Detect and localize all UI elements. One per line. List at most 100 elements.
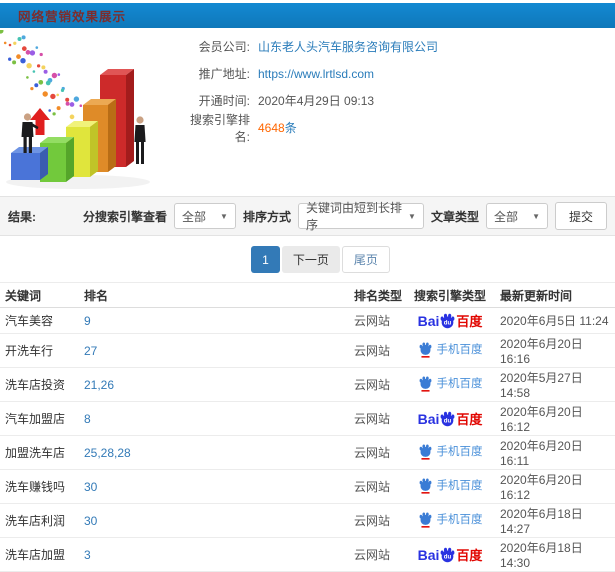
header-keyword: 关键词 bbox=[0, 282, 83, 308]
engine-cell: Bai du 百度 bbox=[403, 401, 497, 436]
rank-cell[interactable]: 25,28,28 bbox=[83, 435, 353, 470]
page-1-button[interactable]: 1 bbox=[251, 246, 280, 273]
engine-select-value: 全部 bbox=[181, 209, 206, 224]
search-engine-logo: Bai du 百度 bbox=[418, 511, 483, 528]
company-info-fields: 会员公司: 山东老人头汽车服务咨询有限公司 推广地址: https://www.… bbox=[178, 28, 615, 196]
rank-count: 4648 bbox=[258, 121, 285, 135]
article-type-label: 文章类型 bbox=[430, 209, 479, 224]
rank-type-cell: 云网站 bbox=[353, 435, 403, 470]
rank-cell[interactable]: 9 bbox=[83, 307, 353, 334]
svg-text:du: du bbox=[444, 418, 452, 425]
mobile-baidu-label: 手机百度 bbox=[436, 480, 483, 492]
mobile-baidu-paw-icon bbox=[419, 512, 431, 528]
search-engine-logo: Bai du 百度 bbox=[418, 375, 483, 392]
keyword-cell: 加盟洗车店 bbox=[0, 435, 83, 470]
updated-cell: 2020年6月18日 14:27 bbox=[497, 503, 615, 538]
table-row: 洗车店投资 21,26 云网站 Bai du 百度 bbox=[0, 367, 615, 402]
rank-type-cell: 云网站 bbox=[353, 333, 403, 368]
mobile-baidu-label: 手机百度 bbox=[436, 446, 483, 458]
rank-type-cell: 云网站 bbox=[353, 401, 403, 436]
baidu-logo-cn-text: 百度 bbox=[456, 314, 483, 329]
baidu-logo: Bai du 百度 bbox=[418, 409, 483, 428]
table-row: 洗车赚钱吗 30 云网站 Bai du 百度 bbox=[0, 469, 615, 504]
updated-cell: 2020年5月27日 14:58 bbox=[497, 367, 615, 402]
rank-cell[interactable]: 3 bbox=[83, 537, 353, 572]
mobile-baidu-logo: 手机百度 bbox=[418, 443, 483, 460]
filter-bar: 结果: 分搜索引擎查看 全部 ▼ 排序方式 关键词由短到长排序 ▼ 文章类型 全… bbox=[0, 196, 615, 236]
table-row: 加盟洗车店 25,28,28 云网站 Bai du 百度 bbox=[0, 435, 615, 470]
next-page-button[interactable]: 下一页 bbox=[281, 246, 340, 273]
sort-select-value: 关键词由短到长排序 bbox=[305, 201, 402, 232]
engine-cell: Bai du 百度 bbox=[403, 367, 497, 402]
header-engine-type: 搜索引擎类型 bbox=[403, 282, 497, 308]
rank-cell[interactable]: 21,26 bbox=[83, 367, 353, 402]
businessman-right-figure bbox=[134, 116, 146, 164]
article-type-select[interactable]: 全部 ▼ bbox=[485, 203, 548, 229]
search-engine-logo: Bai du 百度 bbox=[418, 409, 483, 428]
member-company-label: 会员公司: bbox=[198, 40, 250, 54]
engine-cell: Bai du 百度 bbox=[403, 333, 497, 368]
engine-filter-label: 分搜索引擎查看 bbox=[82, 209, 167, 224]
baidu-logo-bai-text: Bai bbox=[417, 410, 440, 427]
rank-cell[interactable]: 8 bbox=[83, 401, 353, 436]
search-engine-logo: Bai du 百度 bbox=[418, 545, 483, 564]
search-engine-logo: Bai du 百度 bbox=[418, 341, 483, 358]
marketing-illustration bbox=[0, 28, 178, 196]
rank-unit: 条 bbox=[284, 121, 297, 135]
rank-type-cell: 云网站 bbox=[353, 469, 403, 504]
updated-cell: 2020年6月20日 16:16 bbox=[497, 333, 615, 368]
mobile-baidu-label: 手机百度 bbox=[436, 344, 483, 356]
mobile-baidu-paw-icon bbox=[419, 342, 431, 358]
table-row: 开洗车行 27 云网站 Bai du 百度 bbox=[0, 333, 615, 368]
table-header-row: 关键词 排名 排名类型 搜索引擎类型 最新更新时间 bbox=[0, 282, 615, 308]
table-row: 汽车加盟店 8 云网站 Bai du 百度 2020年6月20日 16:12 bbox=[0, 401, 615, 436]
engine-rank-label: 搜索引擎排名: bbox=[189, 112, 250, 144]
member-company-link[interactable]: 山东老人头汽车服务咨询有限公司 bbox=[258, 38, 438, 55]
chevron-down-icon: ▼ bbox=[532, 211, 540, 221]
baidu-paw-icon: du bbox=[440, 411, 455, 427]
engine-cell: Bai du 百度 bbox=[403, 537, 497, 572]
baidu-paw-icon: du bbox=[440, 547, 455, 563]
submit-button[interactable]: 提交 bbox=[554, 202, 607, 230]
rank-cell[interactable]: 27 bbox=[83, 333, 353, 368]
keyword-cell: 洗车店利润 bbox=[0, 503, 83, 538]
updated-cell: 2020年6月20日 16:12 bbox=[497, 401, 615, 436]
baidu-logo: Bai du 百度 bbox=[418, 545, 483, 564]
filter-controls: 分搜索引擎查看 全部 ▼ 排序方式 关键词由短到长排序 ▼ 文章类型 全部 ▼ … bbox=[82, 201, 607, 232]
keyword-cell: 开洗车行 bbox=[0, 333, 83, 368]
search-engine-logo: Bai du 百度 bbox=[418, 311, 483, 330]
keyword-cell: 洗车店投资 bbox=[0, 367, 83, 402]
rank-type-cell: 云网站 bbox=[353, 307, 403, 334]
search-engine-logo: Bai du 百度 bbox=[418, 477, 483, 494]
mobile-baidu-label: 手机百度 bbox=[436, 514, 483, 526]
rank-type-cell: 云网站 bbox=[353, 503, 403, 538]
article-type-select-value: 全部 bbox=[493, 209, 518, 224]
baidu-logo: Bai du 百度 bbox=[418, 311, 483, 330]
mobile-baidu-paw-icon bbox=[419, 478, 431, 494]
keyword-cell: 汽车美容 bbox=[0, 307, 83, 334]
bar-chart-illustration-image bbox=[0, 28, 150, 189]
rank-cell[interactable]: 30 bbox=[83, 503, 353, 538]
svg-text:du: du bbox=[444, 554, 452, 561]
engine-rank-value: 4648条 bbox=[258, 119, 297, 136]
mobile-baidu-logo: 手机百度 bbox=[418, 375, 483, 392]
svg-text:du: du bbox=[444, 320, 452, 327]
promo-url-label: 推广地址: bbox=[198, 67, 250, 81]
engine-select[interactable]: 全部 ▼ bbox=[173, 203, 236, 229]
open-time-label: 开通时间: bbox=[198, 94, 250, 108]
header-updated: 最新更新时间 bbox=[497, 282, 615, 308]
baidu-logo-bai-text: Bai bbox=[417, 546, 440, 563]
rank-cell[interactable]: 30 bbox=[83, 469, 353, 504]
updated-cell: 2020年6月18日 14:30 bbox=[497, 537, 615, 572]
sort-select[interactable]: 关键词由短到长排序 ▼ bbox=[297, 201, 424, 232]
results-table: 关键词 排名 排名类型 搜索引擎类型 最新更新时间 汽车美容 9 云网站 Bai bbox=[0, 282, 615, 572]
promo-url-link[interactable]: https://www.lrtlsd.com bbox=[258, 67, 374, 81]
rank-type-cell: 云网站 bbox=[353, 367, 403, 402]
mobile-baidu-logo: 手机百度 bbox=[418, 341, 483, 358]
keyword-cell: 洗车赚钱吗 bbox=[0, 469, 83, 504]
page-title: 网络营销效果展示 bbox=[18, 10, 127, 24]
updated-cell: 2020年6月20日 16:11 bbox=[497, 435, 615, 470]
last-page-button[interactable]: 尾页 bbox=[341, 246, 390, 273]
mobile-baidu-logo: 手机百度 bbox=[418, 477, 483, 494]
table-row: 洗车店利润 30 云网站 Bai du 百度 bbox=[0, 503, 615, 538]
